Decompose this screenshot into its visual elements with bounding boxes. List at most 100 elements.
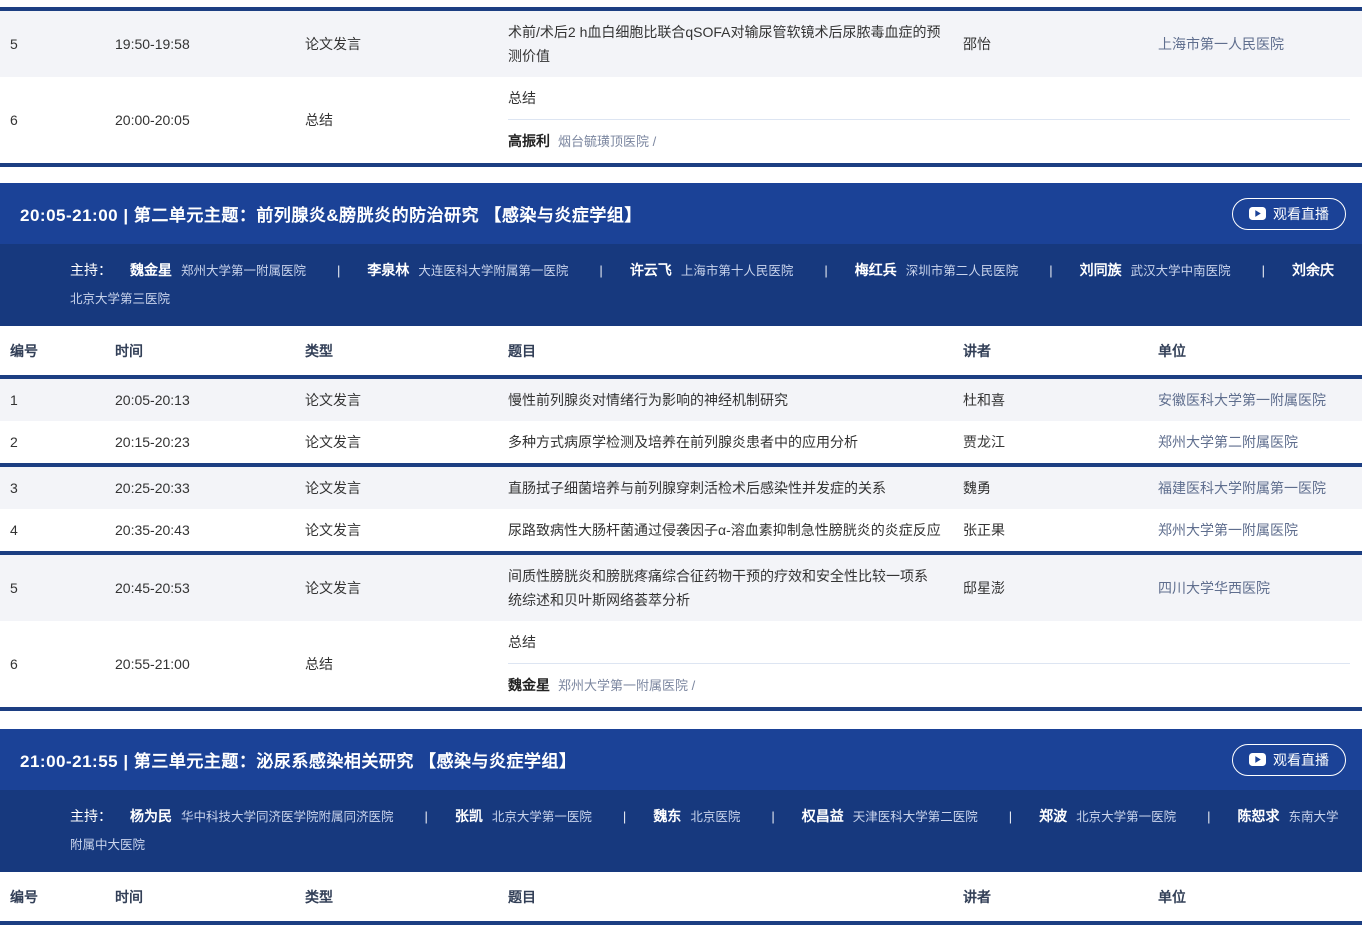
row-number-cell: 5 xyxy=(0,576,105,600)
title-cell: 多种方式病原学检测及培养在前列腺炎患者中的应用分析 xyxy=(498,430,953,454)
watch-live-button[interactable]: 观看直播 xyxy=(1232,198,1346,230)
chair-affiliation: 深圳市第二人民医院 xyxy=(906,264,1019,278)
type-cell: 论文发言 xyxy=(295,388,498,412)
chair-affiliation: 北京医院 xyxy=(690,810,740,824)
time-cell: 20:05-20:13 xyxy=(105,388,295,412)
chair-name: 陈恕求 xyxy=(1238,808,1280,824)
org-cell: 四川大学华西医院 xyxy=(1148,576,1362,600)
time-cell: 19:50-19:58 xyxy=(105,32,295,56)
chair-name: 刘余庆 xyxy=(1292,262,1334,278)
chairs-bar: 主持： 杨为民华中科技大学同济医学院附属同济医院 | 张凯北京大学第一医院 | 魏东北京医… xyxy=(0,790,1362,872)
title-cell: 直肠拭子细菌培养与前列腺穿刺活检术后感染性并发症的关系 xyxy=(498,476,953,500)
title-cell: 间质性膀胱炎和膀胱疼痛综合征药物干预的疗效和安全性比较一项系统综述和贝叶斯网络荟… xyxy=(498,564,953,612)
summary-label: 总结 xyxy=(508,86,1350,119)
summary-speaker-name: 魏金星 xyxy=(508,677,550,693)
play-icon xyxy=(1249,753,1266,766)
chair-separator: | xyxy=(425,809,428,824)
chair-name: 杨为民 xyxy=(130,808,172,824)
chair-name: 权昌益 xyxy=(802,808,844,824)
column-header: 单位 xyxy=(1148,885,1362,909)
column-header: 讲者 xyxy=(953,885,1148,909)
summary-cell: 总结高振利烟台毓璜顶医院 / xyxy=(498,86,1362,154)
column-header: 题目 xyxy=(498,339,953,363)
chair-name: 张凯 xyxy=(455,808,483,824)
time-cell: 20:55-21:00 xyxy=(105,652,295,676)
row-number-cell: 5 xyxy=(0,32,105,56)
chairs-label: 主持： xyxy=(70,262,112,278)
summary-speaker-line: 魏金星郑州大学第一附属医院 / xyxy=(508,663,1350,698)
chair-affiliation: 武汉大学中南医院 xyxy=(1131,264,1231,278)
table-row: 120:05-20:13论文发言慢性前列腺炎对情绪行为影响的神经机制研究杜和喜安… xyxy=(0,379,1362,421)
chair-affiliation: 北京大学第一医院 xyxy=(492,810,592,824)
title-cell: 尿路致病性大肠杆菌通过侵袭因子α-溶血素抑制急性膀胱炎的炎症反应 xyxy=(498,518,953,542)
chair-name: 许云飞 xyxy=(630,262,672,278)
type-cell: 论文发言 xyxy=(295,576,498,600)
table-header-row: 编号时间类型题目讲者单位 xyxy=(0,872,1362,925)
chair-name: 魏东 xyxy=(653,808,681,824)
table-row: 420:35-20:43论文发言尿路致病性大肠杆菌通过侵袭因子α-溶血素抑制急性… xyxy=(0,509,1362,555)
time-cell: 20:45-20:53 xyxy=(105,576,295,600)
type-cell: 论文发言 xyxy=(295,518,498,542)
column-header: 单位 xyxy=(1148,339,1362,363)
summary-speaker-line: 高振利烟台毓璜顶医院 / xyxy=(508,119,1350,154)
session-section: 20:05-21:00 | 第二单元主题：前列腺炎&膀胱炎的防治研究 【感染与炎… xyxy=(0,183,1362,711)
chair-separator: | xyxy=(337,263,340,278)
column-header: 时间 xyxy=(105,885,295,909)
chair-name: 魏金星 xyxy=(130,262,172,278)
title-cell: 术前/术后2 h血白细胞比联合qSOFA对输尿管软镜术后尿脓毒血症的预测价值 xyxy=(498,20,953,68)
chairs-label: 主持： xyxy=(70,808,112,824)
time-cell: 20:15-20:23 xyxy=(105,430,295,454)
chair-name: 刘同族 xyxy=(1080,262,1122,278)
speaker-cell: 邸星澎 xyxy=(953,576,1148,600)
chair-affiliation: 大连医科大学附属第一医院 xyxy=(418,264,568,278)
column-header: 编号 xyxy=(0,885,105,909)
type-cell: 论文发言 xyxy=(295,32,498,56)
session-section: 21:00-21:55 | 第三单元主题：泌尿系感染相关研究 【感染与炎症学组】… xyxy=(0,729,1362,925)
speaker-cell: 魏勇 xyxy=(953,476,1148,500)
previous-session-table: 519:50-19:58论文发言术前/术后2 h血白细胞比联合qSOFA对输尿管… xyxy=(0,7,1362,167)
summary-speaker-org: 郑州大学第一附属医院 / xyxy=(558,678,695,693)
chair-separator: | xyxy=(824,263,827,278)
chair-separator: | xyxy=(623,809,626,824)
org-cell: 福建医科大学附属第一医院 xyxy=(1148,476,1362,500)
session-header-bar: 21:00-21:55 | 第三单元主题：泌尿系感染相关研究 【感染与炎症学组】… xyxy=(0,729,1362,790)
summary-speaker-name: 高振利 xyxy=(508,133,550,149)
row-number-cell: 6 xyxy=(0,652,105,676)
table-row: 620:00-20:05总结总结高振利烟台毓璜顶医院 / xyxy=(0,77,1362,167)
row-number-cell: 4 xyxy=(0,518,105,542)
session-header-bar: 20:05-21:00 | 第二单元主题：前列腺炎&膀胱炎的防治研究 【感染与炎… xyxy=(0,183,1362,244)
title-cell: 慢性前列腺炎对情绪行为影响的神经机制研究 xyxy=(498,388,953,412)
table-row: 620:55-21:00总结总结魏金星郑州大学第一附属医院 / xyxy=(0,621,1362,711)
chair-name: 李泉林 xyxy=(367,262,409,278)
row-number-cell: 6 xyxy=(0,108,105,132)
chair-affiliation: 北京大学第三医院 xyxy=(70,292,170,306)
chair-affiliation: 华中科技大学同济医学院附属同济医院 xyxy=(181,810,394,824)
speaker-cell: 张正果 xyxy=(953,518,1148,542)
play-icon xyxy=(1249,207,1266,220)
chair-name: 梅红兵 xyxy=(855,262,897,278)
watch-live-button[interactable]: 观看直播 xyxy=(1232,744,1346,776)
chair-separator: | xyxy=(771,809,774,824)
speaker-cell: 杜和喜 xyxy=(953,388,1148,412)
row-number-cell: 3 xyxy=(0,476,105,500)
type-cell: 总结 xyxy=(295,108,498,132)
org-cell: 上海市第一人民医院 xyxy=(1148,32,1362,56)
table-row: 520:45-20:53论文发言间质性膀胱炎和膀胱疼痛综合征药物干预的疗效和安全… xyxy=(0,555,1362,621)
chair-separator: | xyxy=(1009,809,1012,824)
chair-affiliation: 天津医科大学第二医院 xyxy=(853,810,978,824)
org-cell: 郑州大学第二附属医院 xyxy=(1148,430,1362,454)
org-cell: 郑州大学第一附属医院 xyxy=(1148,518,1362,542)
table-row: 220:15-20:23论文发言多种方式病原学检测及培养在前列腺炎患者中的应用分… xyxy=(0,421,1362,467)
session-table: 编号时间类型题目讲者单位120:05-20:13论文发言慢性前列腺炎对情绪行为影… xyxy=(0,326,1362,711)
watch-live-label: 观看直播 xyxy=(1273,750,1329,770)
time-cell: 20:35-20:43 xyxy=(105,518,295,542)
type-cell: 论文发言 xyxy=(295,430,498,454)
chair-affiliation: 郑州大学第一附属医院 xyxy=(181,264,306,278)
chairs-bar: 主持：魏金星郑州大学第一附属医院|李泉林大连医科大学附属第一医院|许云飞上海市第… xyxy=(0,244,1362,326)
column-header: 讲者 xyxy=(953,339,1148,363)
column-header: 时间 xyxy=(105,339,295,363)
chair-separator: | xyxy=(1207,809,1210,824)
time-cell: 20:00-20:05 xyxy=(105,108,295,132)
chair-name: 郑波 xyxy=(1039,808,1067,824)
org-cell: 安徽医科大学第一附属医院 xyxy=(1148,388,1362,412)
